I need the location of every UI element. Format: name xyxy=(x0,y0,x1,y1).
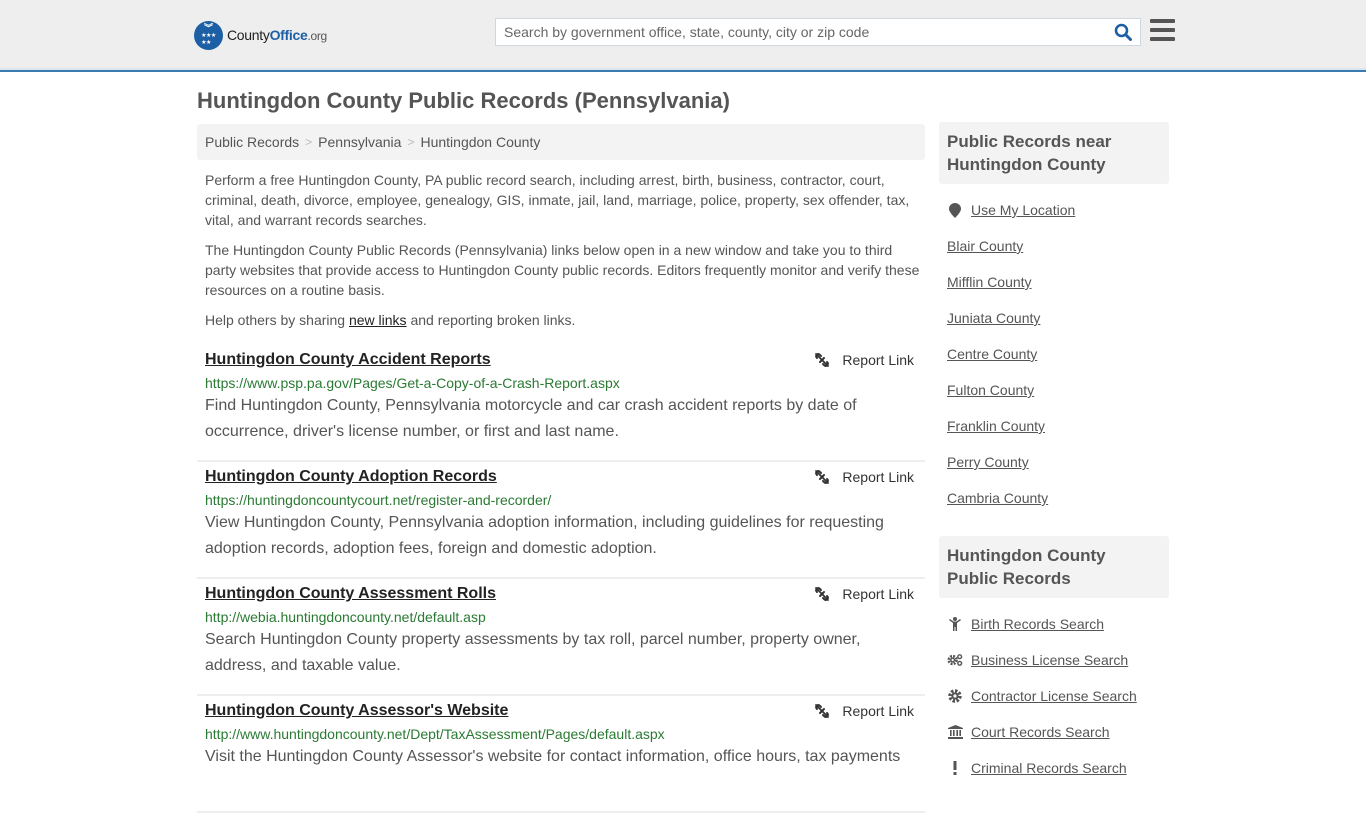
record-item: Huntingdon County Assessor's Website Rep… xyxy=(197,696,925,813)
nearby-counties-list: Use My Location Blair County Mifflin Cou… xyxy=(939,192,1169,516)
record-title-link[interactable]: Huntingdon County Accident Reports xyxy=(205,351,491,369)
court-records-search-link[interactable]: Court Records Search xyxy=(971,724,1110,740)
nearby-county-item: Centre County xyxy=(947,336,1161,372)
broken-link-icon xyxy=(815,470,830,484)
breadcrumb-public-records[interactable]: Public Records xyxy=(205,134,299,150)
record-item: Huntingdon County Accident Reports Repor… xyxy=(197,345,925,462)
record-description: Visit the Huntingdon County Assessor's w… xyxy=(205,748,901,765)
breadcrumb-separator: > xyxy=(407,135,415,149)
new-links-link[interactable]: new links xyxy=(349,312,407,328)
record-category-item: Court Records Search xyxy=(947,714,1161,750)
county-link-juniata[interactable]: Juniata County xyxy=(947,310,1040,326)
map-marker-icon xyxy=(947,202,963,218)
record-category-item: Birth Records Search xyxy=(947,606,1161,642)
record-url: http://www.huntingdoncounty.net/Dept/Tax… xyxy=(205,726,665,742)
menu-bar xyxy=(1150,28,1175,32)
menu-bar xyxy=(1150,19,1175,23)
county-link-mifflin[interactable]: Mifflin County xyxy=(947,274,1032,290)
record-title-link[interactable]: Huntingdon County Assessor's Website xyxy=(205,702,508,720)
county-records-list: Birth Records Search Business License Se… xyxy=(939,606,1169,786)
record-category-item: Business License Search xyxy=(947,642,1161,678)
record-item: Huntingdon County Assessment Rolls Repor… xyxy=(197,579,925,696)
page-title: Huntingdon County Public Records (Pennsy… xyxy=(197,88,730,113)
gear-icon xyxy=(947,689,963,703)
use-my-location-link[interactable]: Use My Location xyxy=(971,202,1075,218)
nearby-county-item: Blair County xyxy=(947,228,1161,264)
county-link-perry[interactable]: Perry County xyxy=(947,454,1029,470)
child-icon xyxy=(947,617,963,631)
county-link-centre[interactable]: Centre County xyxy=(947,346,1037,362)
menu-bar xyxy=(1150,37,1175,41)
breadcrumb-huntingdon-county[interactable]: Huntingdon County xyxy=(420,134,540,150)
record-url: http://webia.huntingdoncounty.net/defaul… xyxy=(205,609,486,625)
nearby-county-item: Fulton County xyxy=(947,372,1161,408)
record-description: Search Huntingdon County property assess… xyxy=(205,631,861,674)
nearby-county-item: Juniata County xyxy=(947,300,1161,336)
record-url: https://huntingdoncountycourt.net/regist… xyxy=(205,492,552,508)
contractor-license-search-link[interactable]: Contractor License Search xyxy=(971,688,1137,704)
sidebar: Public Records near Huntingdon County Us… xyxy=(939,122,1169,786)
sharing-note: Help others by sharing new links and rep… xyxy=(205,312,576,328)
record-description: Find Huntingdon County, Pennsylvania mot… xyxy=(205,397,857,440)
report-link-button[interactable]: Report Link xyxy=(814,703,914,719)
breadcrumb-pennsylvania[interactable]: Pennsylvania xyxy=(318,134,401,150)
search-input[interactable] xyxy=(496,19,1106,45)
courthouse-icon xyxy=(947,725,963,739)
county-link-cambria[interactable]: Cambria County xyxy=(947,490,1048,506)
nearby-county-item: Mifflin County xyxy=(947,264,1161,300)
record-item: Huntingdon County Adoption Records Repor… xyxy=(197,462,925,579)
business-license-search-link[interactable]: Business License Search xyxy=(971,652,1128,668)
search-button[interactable] xyxy=(1106,19,1140,45)
nearby-records-heading: Public Records near Huntingdon County xyxy=(939,122,1169,184)
nearby-county-item: Perry County xyxy=(947,444,1161,480)
record-title-link[interactable]: Huntingdon County Adoption Records xyxy=(205,468,497,486)
record-category-item: Criminal Records Search xyxy=(947,750,1161,786)
record-title-link[interactable]: Huntingdon County Assessment Rolls xyxy=(205,585,496,603)
logo-wordmark: CountyOffice.org xyxy=(227,27,327,43)
record-url: https://www.psp.pa.gov/Pages/Get-a-Copy-… xyxy=(205,375,620,391)
records-list: Huntingdon County Accident Reports Repor… xyxy=(197,345,925,813)
site-header: ︾ ★★★ ★★ CountyOffice.org xyxy=(0,0,1366,72)
nearby-county-item: Franklin County xyxy=(947,408,1161,444)
county-link-blair[interactable]: Blair County xyxy=(947,238,1023,254)
search-icon xyxy=(1114,23,1132,41)
record-description: View Huntingdon County, Pennsylvania ado… xyxy=(205,514,884,557)
gears-icon xyxy=(947,653,963,667)
breadcrumb-separator: > xyxy=(305,135,313,149)
eagle-stars-logo-icon: ︾ ★★★ ★★ xyxy=(194,20,223,50)
report-link-button[interactable]: Report Link xyxy=(814,352,914,368)
record-category-item: Contractor License Search xyxy=(947,678,1161,714)
intro-paragraph: The Huntingdon County Public Records (Pe… xyxy=(205,242,920,298)
broken-link-icon xyxy=(815,353,830,367)
search-bar xyxy=(495,18,1141,46)
county-records-heading: Huntingdon County Public Records xyxy=(939,536,1169,598)
site-logo[interactable]: ︾ ★★★ ★★ CountyOffice.org xyxy=(194,20,327,50)
exclamation-icon xyxy=(947,761,963,775)
criminal-records-search-link[interactable]: Criminal Records Search xyxy=(971,760,1127,776)
broken-link-icon xyxy=(815,587,830,601)
report-link-button[interactable]: Report Link xyxy=(814,469,914,485)
report-link-button[interactable]: Report Link xyxy=(814,586,914,602)
hamburger-menu-icon[interactable] xyxy=(1150,19,1175,41)
use-location-item: Use My Location xyxy=(947,192,1161,228)
county-link-fulton[interactable]: Fulton County xyxy=(947,382,1034,398)
intro-text: Perform a free Huntingdon County, PA pub… xyxy=(205,170,920,340)
breadcrumb: Public Records > Pennsylvania > Huntingd… xyxy=(197,124,925,160)
intro-paragraph: Perform a free Huntingdon County, PA pub… xyxy=(205,172,910,228)
nearby-county-item: Cambria County xyxy=(947,480,1161,516)
birth-records-search-link[interactable]: Birth Records Search xyxy=(971,616,1104,632)
county-link-franklin[interactable]: Franklin County xyxy=(947,418,1045,434)
broken-link-icon xyxy=(815,704,830,718)
